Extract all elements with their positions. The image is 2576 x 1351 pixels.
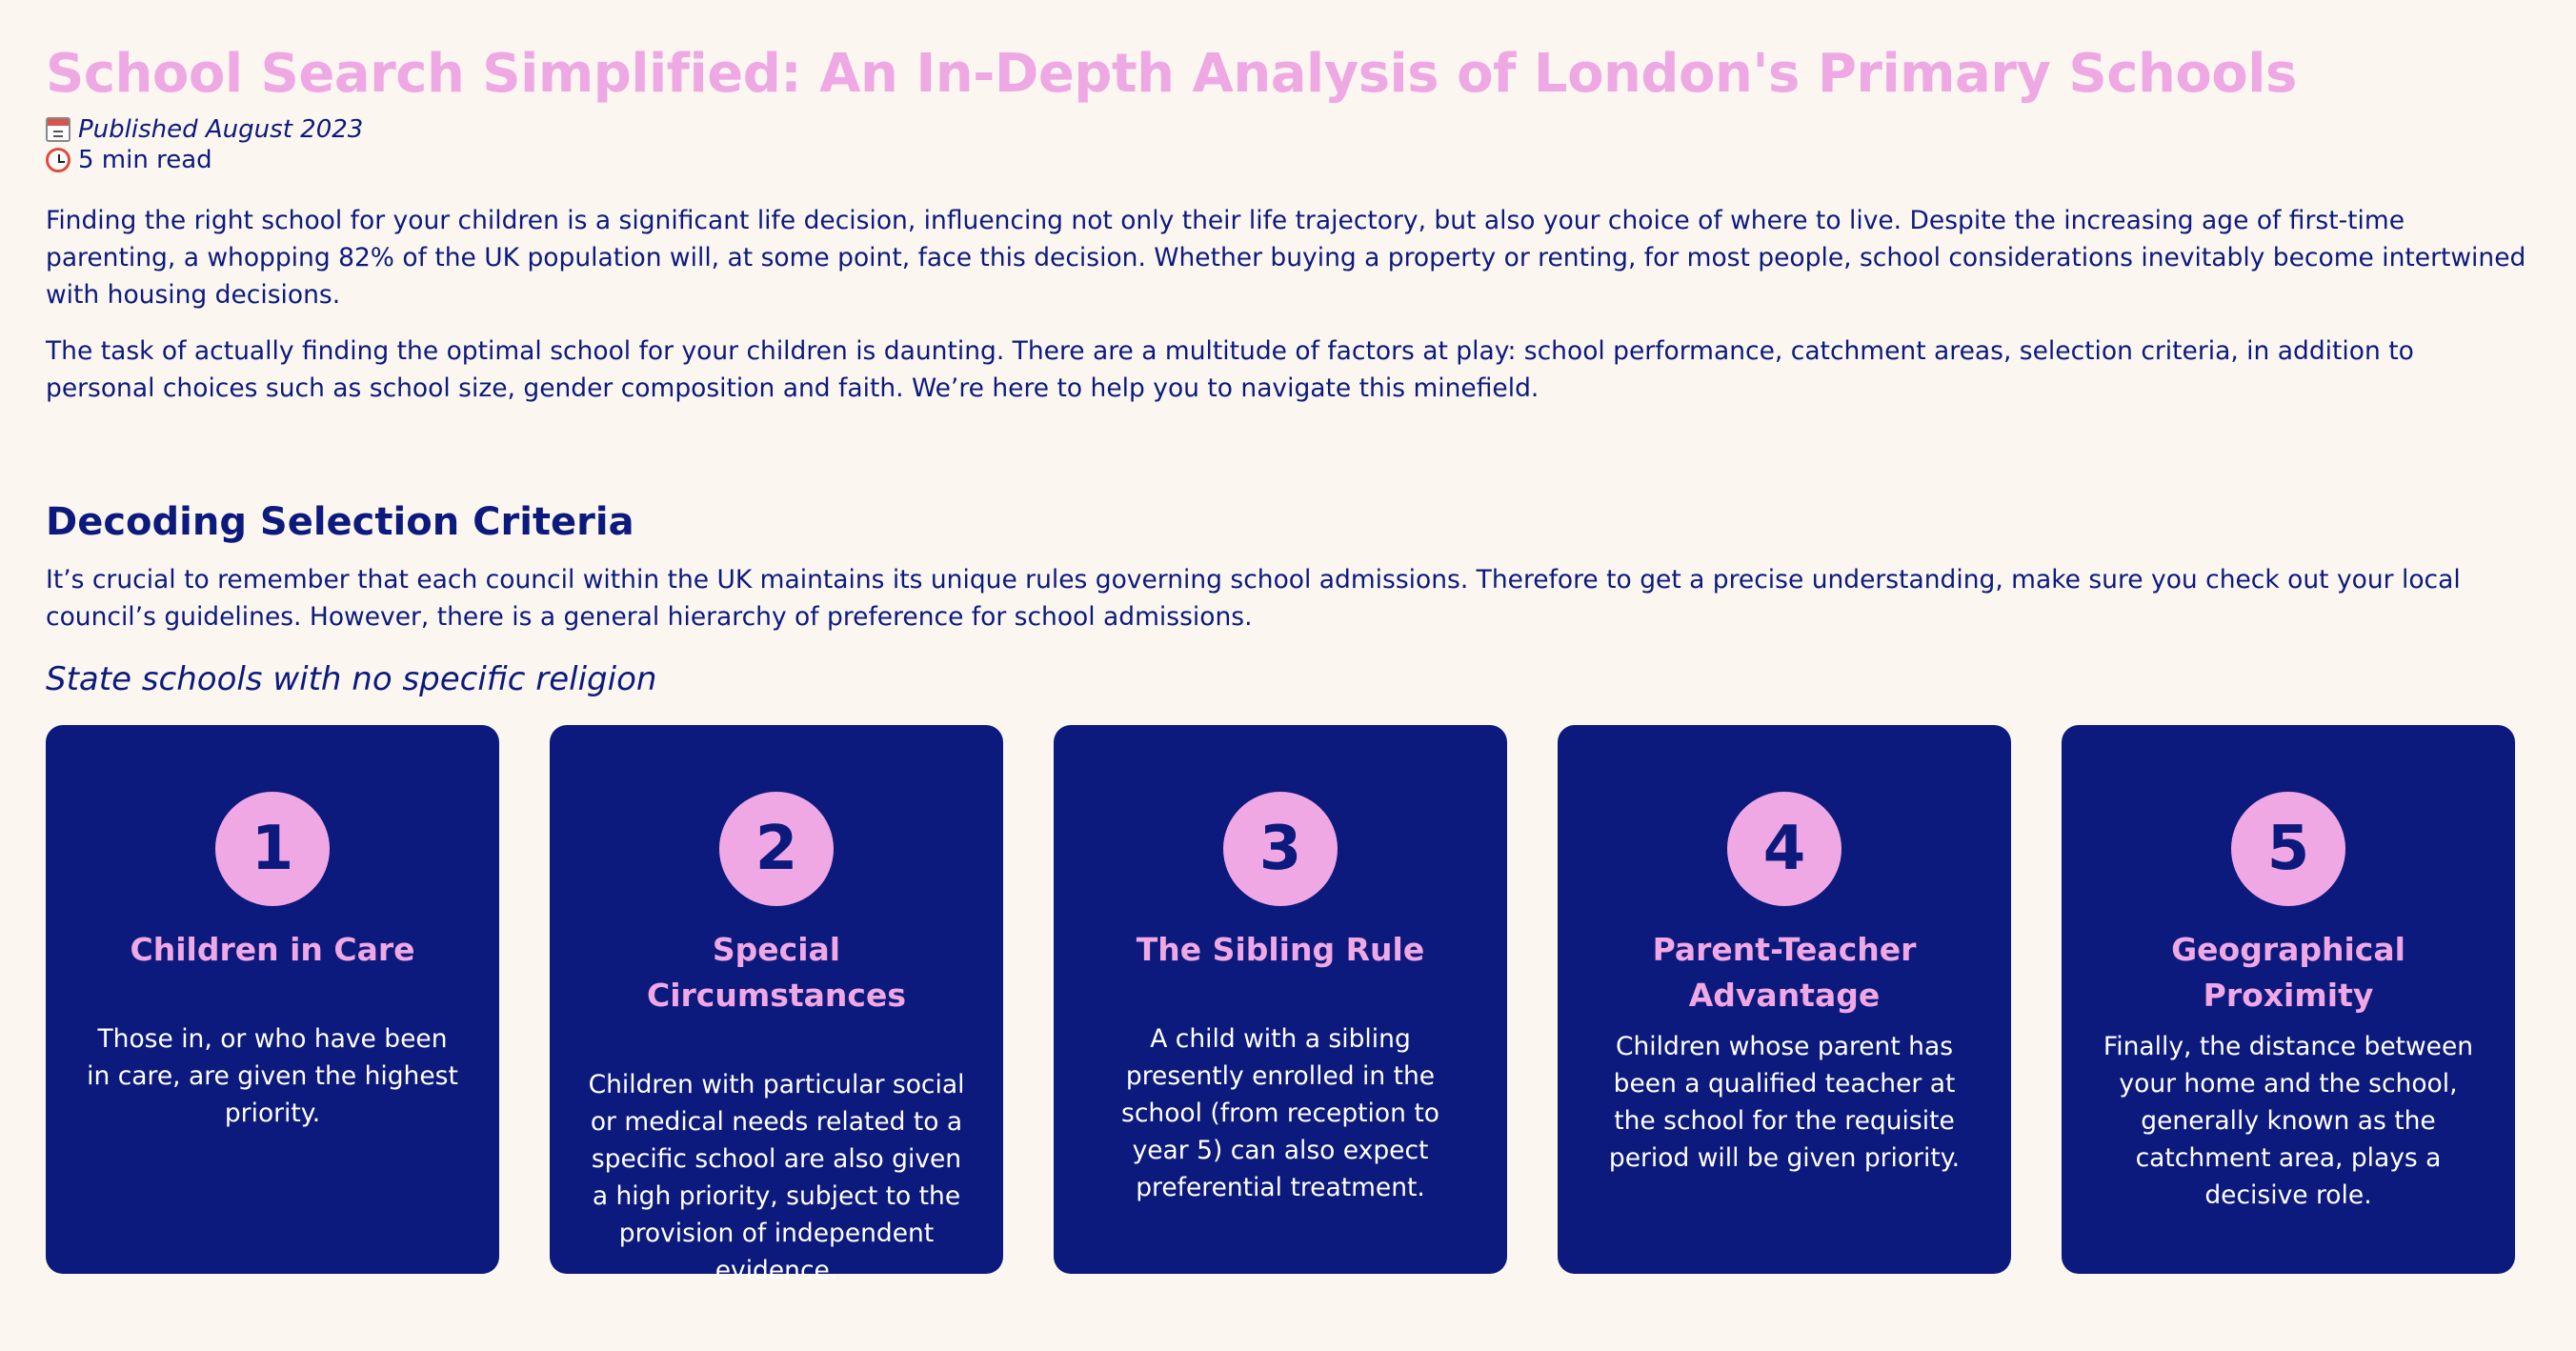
criteria-card: 2 Special Circumstances Children with pa… — [550, 725, 1003, 1285]
card-number-badge: 1 — [215, 792, 330, 906]
criteria-card: 1 Children in Care Those in, or who have… — [46, 725, 499, 1274]
intro-paragraph-1: Finding the right school for your childr… — [46, 206, 2526, 310]
card-title: Children in Care — [130, 931, 415, 968]
card-text: Finally, the distance between your home … — [2103, 1032, 2474, 1210]
section-body: It’s crucial to remember that each counc… — [46, 565, 2461, 632]
card-number-badge: 2 — [719, 792, 834, 906]
card-title: The Sibling Rule — [1136, 931, 1425, 968]
card-text: Children whose parent has been a qualifi… — [1608, 1032, 1961, 1173]
read-time: 5 min read — [46, 145, 2530, 175]
card-text: A child with a sibling presently enrolle… — [1121, 1024, 1439, 1202]
alarm-clock-icon — [46, 148, 70, 172]
published-label: Published August 2023 — [78, 115, 364, 144]
card-text: Those in, or who have been in care, are … — [87, 1024, 458, 1128]
page-title: School Search Simplified: An In-Depth An… — [46, 43, 2297, 105]
card-text: Children with particular social or medic… — [588, 1070, 965, 1285]
section-heading: Decoding Selection Criteria — [46, 500, 634, 544]
criteria-cards: 1 Children in Care Those in, or who have… — [46, 725, 2530, 1285]
card-number-badge: 4 — [1727, 792, 1841, 906]
criteria-card: 4 Parent-Teacher Advantage Children whos… — [1558, 725, 2011, 1274]
card-title: Special Circumstances — [646, 931, 906, 1014]
section-subheading: State schools with no specific religion — [46, 660, 657, 698]
article: School Search Simplified: An In-Depth An… — [0, 0, 2576, 1285]
card-number-badge: 5 — [2231, 792, 2345, 906]
criteria-card: 3 The Sibling Rule A child with a siblin… — [1054, 725, 1507, 1274]
card-title: Parent-Teacher Advantage — [1652, 931, 1917, 1014]
card-number-badge: 3 — [1223, 792, 1338, 906]
card-title: Geographical Proximity — [2171, 931, 2405, 1014]
criteria-card: 5 Geographical Proximity Finally, the di… — [2062, 725, 2515, 1274]
published-date: Published August 2023 — [46, 114, 2530, 145]
intro-paragraph-2: The task of actually finding the optimal… — [46, 336, 2414, 403]
read-time-label: 5 min read — [78, 146, 212, 174]
calendar-icon — [46, 117, 70, 142]
